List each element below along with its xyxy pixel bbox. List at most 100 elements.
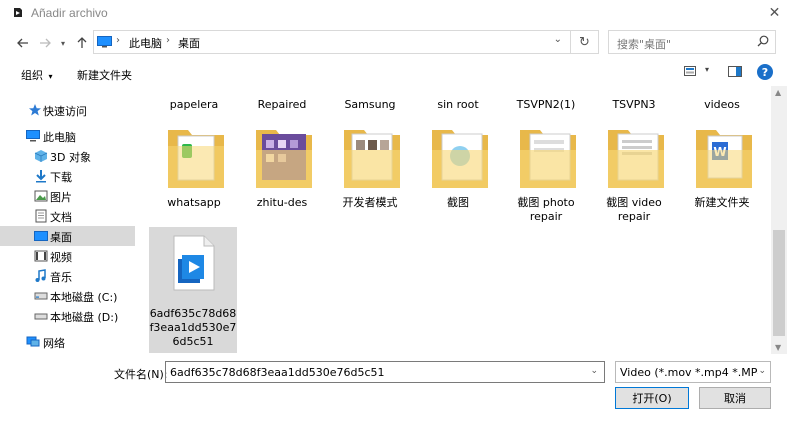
drive-icon [34,292,48,300]
filename-value: 6adf635c78d68f3eaa1dd530e76d5c51 [170,366,385,379]
help-icon: ? [761,65,769,79]
folder-label: 新建文件夹 [694,196,750,209]
breadcrumb-separator: › [116,35,120,46]
organize-menu[interactable]: 组织 ▾ [21,67,53,83]
chevron-down-icon: ▾ [48,72,53,81]
file-open-dialog: Añadir archivo ✕ ▾ › 此电脑 › 桌面 ⌄ ↻ 搜索"桌面"… [0,0,791,425]
network-icon [26,336,40,347]
navigation-bar: ▾ › 此电脑 › 桌面 ⌄ ↻ 搜索"桌面" [0,28,791,60]
sidebar-item-label: 下载 [50,171,72,184]
refresh-button[interactable]: ↻ [571,30,599,54]
folder-item[interactable]: videos [677,98,767,112]
folder-icon [344,130,400,188]
folder-icon [256,130,312,188]
organize-label: 组织 [21,69,43,82]
preview-pane-button[interactable] [728,66,742,80]
folder-item[interactable]: sin root [413,98,503,112]
new-folder-button[interactable]: 新建文件夹 [77,67,132,83]
sidebar-item-label: 此电脑 [43,131,76,144]
preview-pane-icon [728,66,742,77]
sidebar-item-label: 文档 [50,211,72,224]
recent-locations-button[interactable]: ▾ [57,34,69,52]
sidebar-item-label: 网络 [43,337,65,350]
folder-label: 截图 [447,196,469,209]
open-button[interactable]: 打开(O) [615,387,689,409]
folder-icon [168,130,224,188]
documents-icon [35,209,47,223]
folder-item[interactable]: TSVPN3 [589,98,679,112]
sidebar-item-label: 本地磁盘 (D:) [50,311,119,324]
folder-label: 开发者模式 [342,196,398,209]
arrow-left-icon [17,38,28,48]
chevron-down-icon[interactable]: ⌄ [554,34,562,45]
video-icon [34,250,48,262]
close-icon: ✕ [768,5,781,21]
navigation-pane: 快速访问 此电脑 3D 对象 下载 图片 文档 桌面 视频 音乐 本地磁盘 (C… [0,92,137,354]
folder-item[interactable]: TSVPN2(1) [501,98,591,112]
change-view-button[interactable] [684,66,696,79]
sidebar-item-videos[interactable]: 视频 [0,246,135,266]
sidebar-item-music[interactable]: 音乐 [0,266,135,286]
file-label: 6d5c51 [172,335,214,348]
sidebar-item-drive-d[interactable]: 本地磁盘 (D:) [0,306,135,326]
music-icon [35,269,46,282]
forward-button[interactable] [36,34,54,52]
up-button[interactable] [73,34,91,52]
sidebar-item-documents[interactable]: 文档 [0,206,135,226]
search-icon [757,35,769,47]
folder-item[interactable]: Samsung [325,98,415,112]
scrollbar-thumb[interactable] [773,230,785,336]
folder-label: repair [617,210,651,223]
selected-file-item[interactable]: 6adf635c78d68 f3eaa1dd530e7 6d5c51 [149,227,237,353]
sidebar-item-this-pc[interactable]: 此电脑 [0,126,135,146]
file-type-select[interactable]: Video (*.mov *.mp4 *.MP4 *. ⌄ [615,361,771,383]
desktop-icon [34,231,48,241]
folder-icon [432,130,488,188]
view-options-button[interactable]: ▾ [705,65,709,74]
sidebar-item-label: 3D 对象 [50,151,91,164]
folder-item[interactable]: papelera [149,98,239,112]
sidebar-item-desktop[interactable]: 桌面 [0,226,135,246]
sidebar-item-label: 快速访问 [43,105,87,118]
folder-item[interactable]: Repaired [237,98,327,112]
chevron-down-icon: ▾ [60,38,65,48]
refresh-icon: ↻ [579,34,590,50]
folder-icon [520,130,576,188]
sidebar-item-3d-objects[interactable]: 3D 对象 [0,146,135,166]
sidebar-item-label: 视频 [50,251,72,264]
scroll-down-icon[interactable]: ▼ [775,343,781,352]
dialog-footer: 文件名(N): 6adf635c78d68f3eaa1dd530e76d5c51… [0,356,791,425]
arrow-right-icon [40,38,51,48]
folder-label: whatsapp [167,196,221,209]
back-button[interactable] [14,34,32,52]
filename-field[interactable]: 6adf635c78d68f3eaa1dd530e76d5c51 ⌄ [165,361,605,383]
sidebar-item-quick-access[interactable]: 快速访问 [0,100,135,120]
sidebar-item-drive-c[interactable]: 本地磁盘 (C:) [0,286,135,306]
video-file-icon [173,235,215,291]
folder-label: 截图 photo [517,196,575,209]
sidebar-item-network[interactable]: 网络 [0,332,135,352]
scroll-up-icon[interactable]: ▲ [775,88,781,97]
address-bar[interactable]: › 此电脑 › 桌面 ⌄ [93,30,571,54]
breadcrumb-this-pc[interactable]: 此电脑 [129,35,162,51]
file-type-value: Video (*.mov *.mp4 *.MP4 *. [620,366,758,379]
cube-icon [34,150,48,162]
sidebar-item-pictures[interactable]: 图片 [0,186,135,206]
search-box[interactable]: 搜索"桌面" [608,30,776,54]
search-input[interactable]: 搜索"桌面" [617,36,671,52]
sidebar-item-label: 桌面 [50,231,72,244]
computer-icon [26,130,40,142]
chevron-down-icon[interactable]: ⌄ [590,366,598,376]
help-button[interactable]: ? [757,64,773,80]
vertical-scrollbar[interactable]: ▲ ▼ [771,86,787,354]
sidebar-item-downloads[interactable]: 下载 [0,166,135,186]
window-title: Añadir archivo [31,6,108,20]
close-button[interactable]: ✕ [758,0,791,26]
folder-label: repair [529,210,563,223]
cancel-button[interactable]: 取消 [699,387,771,409]
file-list: papelera Repaired Samsung sin root TSVPN… [144,92,771,354]
view-icon [684,66,696,76]
breadcrumb-desktop[interactable]: 桌面 [178,35,200,51]
title-bar: Añadir archivo ✕ [0,0,791,26]
file-label: 6adf635c78d68 [149,307,237,320]
